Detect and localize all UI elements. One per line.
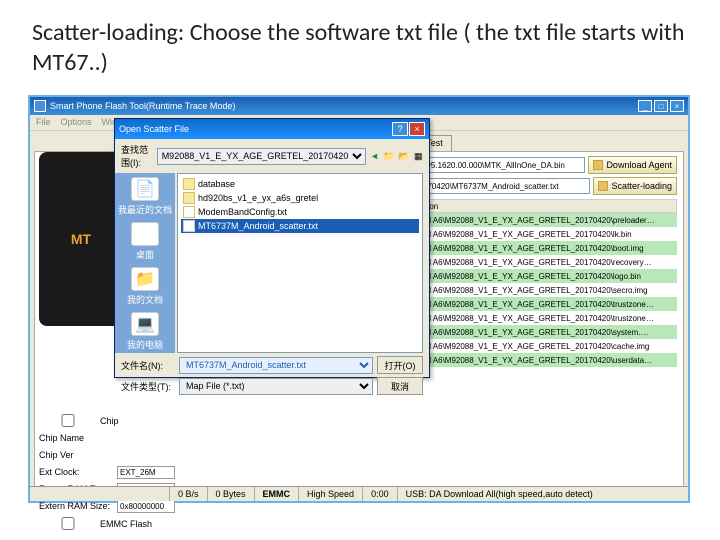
- close-icon[interactable]: ×: [670, 100, 684, 112]
- emmc-label: EMMC Flash: [100, 519, 152, 529]
- place-desktop[interactable]: 🖥桌面: [131, 222, 159, 261]
- file-browser[interactable]: database hd920bs_v1_e_yx_a6s_gretel Mode…: [177, 173, 423, 353]
- filename-input[interactable]: MT6737M_Android_scatter.txt: [179, 357, 373, 374]
- table-row[interactable]: \Gretel A6\M92088_V1_E_YX_AGE_GRETEL_201…: [403, 255, 677, 269]
- filename-label: 文件名(N):: [121, 359, 175, 372]
- status-time: 0:00: [363, 487, 398, 501]
- chip-label: Chip: [100, 416, 119, 426]
- table-row[interactable]: \Gretel A6\M92088_V1_E_YX_AGE_GRETEL_201…: [403, 339, 677, 353]
- status-usb: USB: DA Download All(high speed,auto det…: [398, 487, 688, 501]
- ext-clock-input[interactable]: [117, 466, 175, 479]
- table-row[interactable]: \Gretel A6\M92088_V1_E_YX_AGE_GRETEL_201…: [403, 241, 677, 255]
- status-bytes: 0 Bytes: [208, 487, 255, 501]
- phone-preview: MT: [39, 152, 123, 326]
- location-header: Location: [403, 199, 677, 213]
- da-path-input[interactable]: [403, 157, 585, 173]
- folder-icon: [598, 181, 608, 191]
- folder-icon: [183, 178, 195, 190]
- dialog-help-icon[interactable]: ?: [392, 122, 408, 136]
- status-hs: High Speed: [299, 487, 363, 501]
- minimize-icon[interactable]: _: [638, 100, 652, 112]
- chip-ver-label: Chip Ver: [39, 450, 117, 460]
- instruction-heading: Scatter-loading: Choose the software txt…: [0, 0, 720, 88]
- chip-name-label: Chip Name: [39, 433, 117, 443]
- scatter-loading-button[interactable]: Scatter-loading: [593, 177, 677, 195]
- place-documents[interactable]: 📁我的文档: [127, 267, 163, 306]
- file-icon: [183, 206, 195, 218]
- ram-size-label: Extern RAM Size:: [39, 501, 117, 511]
- ext-clock-label: Ext Clock:: [39, 467, 117, 477]
- new-folder-icon[interactable]: 📂: [398, 149, 409, 163]
- file-item[interactable]: ModemBandConfig.txt: [181, 205, 419, 219]
- folder-item[interactable]: database: [181, 177, 419, 191]
- table-row[interactable]: \Gretel A6\M92088_V1_E_YX_AGE_GRETEL_201…: [403, 227, 677, 241]
- status-speed: 0 B/s: [170, 487, 208, 501]
- table-row[interactable]: \Gretel A6\M92088_V1_E_YX_AGE_GRETEL_201…: [403, 213, 677, 227]
- emmc-checkbox[interactable]: [39, 517, 97, 530]
- menu-file[interactable]: File: [36, 117, 51, 128]
- status-mode: EMMC: [255, 487, 300, 501]
- app-icon: [34, 100, 46, 112]
- file-list: \Gretel A6\M92088_V1_E_YX_AGE_GRETEL_201…: [403, 213, 677, 367]
- place-computer[interactable]: 💻我的电脑: [127, 312, 163, 351]
- dialog-close-icon[interactable]: ×: [409, 122, 425, 136]
- window-title: Smart Phone Flash Tool(Runtime Trace Mod…: [50, 101, 235, 111]
- place-recent[interactable]: 📄我最近的文档: [118, 177, 172, 216]
- chip-panel: Chip Chip Name Chip Ver Ext Clock: Exter…: [39, 414, 175, 534]
- table-row[interactable]: \Gretel A6\M92088_V1_E_YX_AGE_GRETEL_201…: [403, 269, 677, 283]
- views-icon[interactable]: ▦: [414, 149, 423, 163]
- folder-icon: [183, 192, 195, 204]
- open-scatter-dialog: Open Scatter File ? × 查找范围(I): M92088_V1…: [114, 118, 430, 378]
- titlebar[interactable]: Smart Phone Flash Tool(Runtime Trace Mod…: [30, 97, 688, 115]
- cancel-button[interactable]: 取消: [377, 377, 423, 395]
- table-row[interactable]: \Gretel A6\M92088_V1_E_YX_AGE_GRETEL_201…: [403, 353, 677, 367]
- lookin-row: 查找范围(I): M92088_V1_E_YX_AGE_GRETEL_20170…: [115, 139, 429, 173]
- dialog-titlebar[interactable]: Open Scatter File ? ×: [115, 119, 429, 139]
- right-panel: Download Agent Scatter-loading Location …: [403, 156, 677, 367]
- file-item-selected[interactable]: MT6737M_Android_scatter.txt: [181, 219, 419, 233]
- table-row[interactable]: \Gretel A6\M92088_V1_E_YX_AGE_GRETEL_201…: [403, 283, 677, 297]
- up-icon[interactable]: 📁: [383, 149, 394, 163]
- maximize-icon[interactable]: □: [654, 100, 668, 112]
- phone-label: MT: [71, 231, 91, 247]
- lookin-label: 查找范围(I):: [121, 143, 153, 169]
- download-agent-button[interactable]: Download Agent: [588, 156, 677, 174]
- filetype-label: 文件类型(T):: [121, 380, 175, 393]
- lookin-select[interactable]: M92088_V1_E_YX_AGE_GRETEL_20170420: [157, 148, 366, 165]
- back-icon[interactable]: ◄: [370, 149, 379, 163]
- file-icon: [183, 220, 195, 232]
- table-row[interactable]: \Gretel A6\M92088_V1_E_YX_AGE_GRETEL_201…: [403, 311, 677, 325]
- folder-item[interactable]: hd920bs_v1_e_yx_a6s_gretel: [181, 191, 419, 205]
- dialog-title: Open Scatter File: [119, 124, 189, 134]
- chip-checkbox[interactable]: [39, 414, 97, 427]
- table-row[interactable]: \Gretel A6\M92088_V1_E_YX_AGE_GRETEL_201…: [403, 297, 677, 311]
- menu-options[interactable]: Options: [61, 117, 92, 128]
- places-bar: 📄我最近的文档 🖥桌面 📁我的文档 💻我的电脑: [115, 173, 175, 353]
- filetype-select[interactable]: Map File (*.txt): [179, 378, 373, 395]
- statusbar: 0 B/s 0 Bytes EMMC High Speed 0:00 USB: …: [30, 486, 688, 501]
- ram-size-input[interactable]: [117, 500, 175, 513]
- scatter-path-input[interactable]: [403, 178, 590, 194]
- status-progress: [30, 487, 170, 501]
- open-button[interactable]: 打开(O): [377, 356, 423, 374]
- folder-icon: [593, 160, 603, 170]
- table-row[interactable]: \Gretel A6\M92088_V1_E_YX_AGE_GRETEL_201…: [403, 325, 677, 339]
